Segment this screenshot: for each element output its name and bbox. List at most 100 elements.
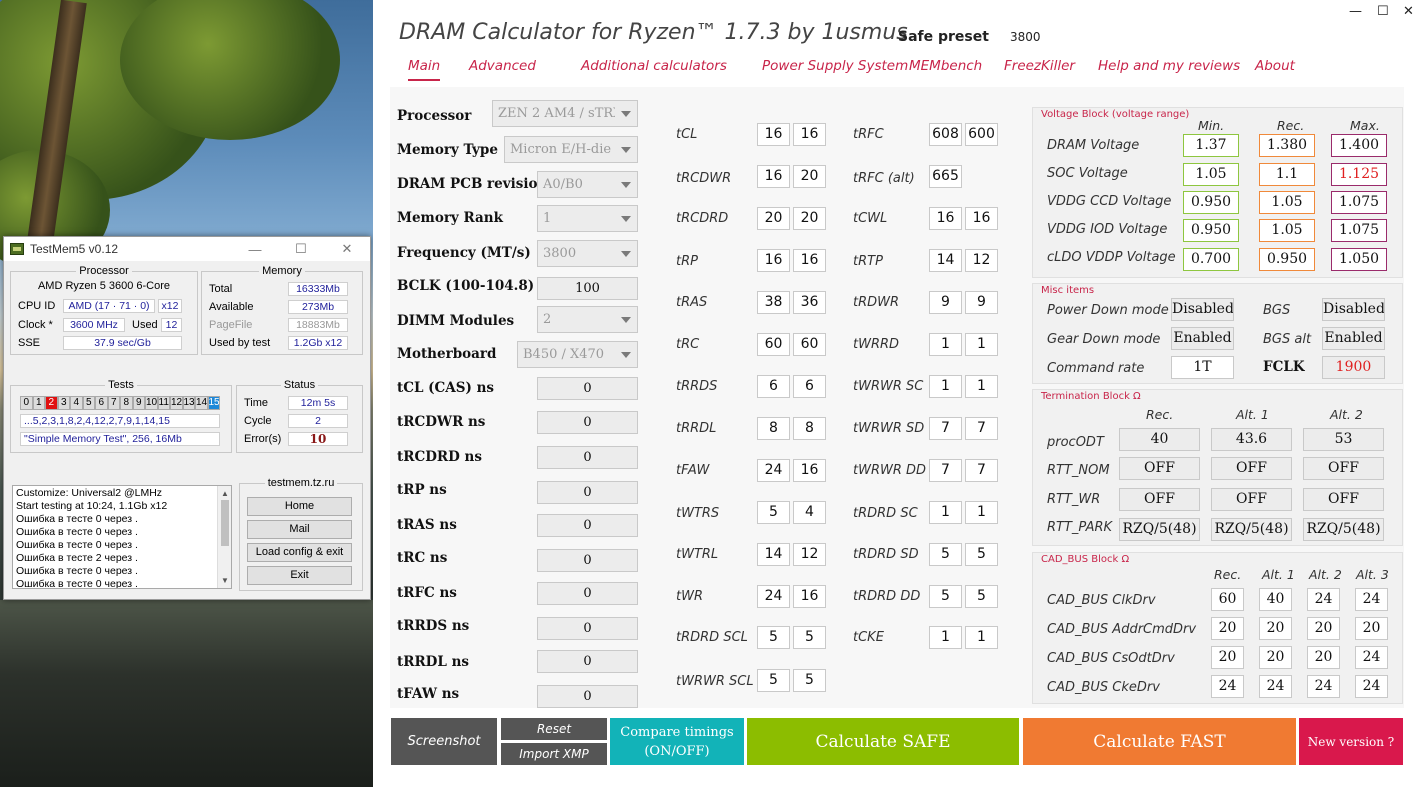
close-button[interactable]: ✕ — [1403, 4, 1414, 19]
timing-value[interactable]: 7 — [965, 459, 998, 482]
ns-input[interactable]: 0 — [537, 650, 638, 673]
motherboard-select[interactable]: B450 / X470 — [517, 341, 638, 368]
ns-input[interactable]: 0 — [537, 411, 638, 434]
timing-value[interactable]: 5 — [757, 501, 790, 524]
timing-value[interactable]: 1 — [965, 375, 998, 398]
vddg-iod-voltage-min[interactable]: 0.950 — [1183, 219, 1239, 242]
dimm-modules-select[interactable]: 2 — [537, 306, 638, 333]
timing-value[interactable]: 16 — [929, 207, 962, 230]
compare-timings-button[interactable]: Compare timings (ON/OFF) — [610, 718, 744, 765]
timing-value[interactable]: 608 — [929, 123, 962, 146]
timing-value[interactable]: 1 — [965, 501, 998, 524]
procodt-alt2[interactable]: 53 — [1303, 428, 1384, 451]
timing-value[interactable]: 12 — [793, 543, 826, 566]
soc-voltage-min[interactable]: 1.05 — [1183, 163, 1239, 186]
cadbus-value[interactable]: 24 — [1355, 588, 1388, 611]
ns-input[interactable]: 0 — [537, 685, 638, 708]
cldo-vddp-voltage-max[interactable]: 1.050 — [1331, 248, 1387, 271]
cadbus-value[interactable]: 24 — [1259, 675, 1292, 698]
timing-value[interactable]: 5 — [929, 585, 962, 608]
vddg-ccd-voltage-rec[interactable]: 1.05 — [1259, 191, 1315, 214]
power-down-mode-value[interactable]: Disabled — [1171, 298, 1234, 321]
timing-value[interactable]: 24 — [757, 459, 790, 482]
tab-main[interactable]: Main — [408, 58, 441, 81]
dram-voltage-max[interactable]: 1.400 — [1331, 134, 1387, 157]
log-scrollbar[interactable]: ▲ ▼ — [217, 486, 231, 588]
command-rate-value[interactable]: 1T — [1171, 356, 1234, 379]
calculate-fast-button[interactable]: Calculate FAST — [1023, 718, 1296, 765]
bclk-input[interactable]: 100 — [537, 277, 638, 300]
timing-value[interactable]: 1 — [965, 333, 998, 356]
timing-value[interactable]: 4 — [793, 501, 826, 524]
cadbus-value[interactable]: 24 — [1307, 588, 1340, 611]
vddg-ccd-voltage-max[interactable]: 1.075 — [1331, 191, 1387, 214]
cadbus-value[interactable]: 20 — [1211, 617, 1244, 640]
vddg-iod-voltage-rec[interactable]: 1.05 — [1259, 219, 1315, 242]
rtt-wr-alt1[interactable]: OFF — [1211, 488, 1292, 511]
tab-additional-calculators[interactable]: Additional calculators — [581, 58, 727, 74]
rtt-nom-alt1[interactable]: OFF — [1211, 457, 1292, 480]
cadbus-value[interactable]: 20 — [1259, 646, 1292, 669]
timing-value[interactable]: 16 — [793, 585, 826, 608]
timing-value[interactable]: 5 — [793, 626, 826, 649]
tab-power-supply-system[interactable]: Power Supply System — [762, 58, 908, 74]
ns-input[interactable]: 0 — [537, 617, 638, 640]
rtt-park-rec[interactable]: RZQ/5(48) — [1119, 518, 1200, 541]
ns-input[interactable]: 0 — [537, 582, 638, 605]
bgs-alt-value[interactable]: Enabled — [1322, 327, 1385, 350]
timing-value[interactable]: 16 — [965, 207, 998, 230]
dram-voltage-min[interactable]: 1.37 — [1183, 134, 1239, 157]
home-button[interactable]: Home — [247, 497, 352, 516]
exit-button[interactable]: Exit — [247, 566, 352, 585]
timing-value[interactable]: 1 — [929, 375, 962, 398]
pcb-revision-select[interactable]: A0/B0 — [537, 171, 638, 198]
timing-value[interactable]: 5 — [929, 543, 962, 566]
timing-value[interactable]: 1 — [929, 333, 962, 356]
cadbus-value[interactable]: 20 — [1259, 617, 1292, 640]
cadbus-value[interactable]: 60 — [1211, 588, 1244, 611]
ns-input[interactable]: 0 — [537, 514, 638, 537]
cldo-vddp-voltage-min[interactable]: 0.700 — [1183, 248, 1239, 271]
scroll-up-icon[interactable]: ▲ — [218, 487, 231, 500]
testmem5-titlebar[interactable]: TestMem5 v0.12 — ☐ ✕ — [4, 237, 370, 261]
timing-value[interactable]: 16 — [793, 249, 826, 272]
timing-value[interactable]: 5 — [793, 669, 826, 692]
procodt-rec[interactable]: 40 — [1119, 428, 1200, 451]
scroll-thumb[interactable] — [221, 500, 229, 546]
gear-down-mode-value[interactable]: Enabled — [1171, 327, 1234, 350]
dram-voltage-rec[interactable]: 1.380 — [1259, 134, 1315, 157]
frequency-select[interactable]: 3800 — [537, 240, 638, 267]
rtt-wr-alt2[interactable]: OFF — [1303, 488, 1384, 511]
tab-membench[interactable]: MEMbench — [909, 58, 982, 74]
timing-value[interactable]: 16 — [793, 459, 826, 482]
timing-value[interactable]: 16 — [793, 123, 826, 146]
cadbus-value[interactable]: 24 — [1211, 675, 1244, 698]
mail-button[interactable]: Mail — [247, 520, 352, 539]
tab-advanced[interactable]: Advanced — [469, 58, 536, 74]
vddg-iod-voltage-max[interactable]: 1.075 — [1331, 219, 1387, 242]
processor-select[interactable]: ZEN 2 AM4 / sTRX4 — [492, 100, 638, 127]
cldo-vddp-voltage-rec[interactable]: 0.950 — [1259, 248, 1315, 271]
cadbus-value[interactable]: 24 — [1355, 675, 1388, 698]
timing-value[interactable]: 20 — [793, 165, 826, 188]
timing-value[interactable]: 1 — [929, 501, 962, 524]
cadbus-value[interactable]: 20 — [1307, 646, 1340, 669]
timing-value[interactable]: 16 — [757, 123, 790, 146]
soc-voltage-rec[interactable]: 1.1 — [1259, 163, 1315, 186]
timing-value[interactable]: 14 — [757, 543, 790, 566]
import-xmp-button[interactable]: Import XMP — [501, 743, 607, 765]
timing-value[interactable]: 6 — [793, 375, 826, 398]
timing-value[interactable]: 665 — [929, 165, 962, 188]
cadbus-value[interactable]: 20 — [1355, 617, 1388, 640]
memory-rank-select[interactable]: 1 — [537, 205, 638, 232]
cadbus-value[interactable]: 20 — [1307, 617, 1340, 640]
reset-button[interactable]: Reset — [501, 718, 607, 740]
timing-value[interactable]: 5 — [965, 585, 998, 608]
timing-value[interactable]: 1 — [965, 626, 998, 649]
ns-input[interactable]: 0 — [537, 446, 638, 469]
timing-value[interactable]: 6 — [757, 375, 790, 398]
test-log[interactable]: Customize: Universal2 @LMHz Start testin… — [12, 485, 232, 589]
maximize-button[interactable]: ☐ — [1377, 4, 1389, 19]
cadbus-value[interactable]: 40 — [1259, 588, 1292, 611]
timing-value[interactable]: 5 — [965, 543, 998, 566]
